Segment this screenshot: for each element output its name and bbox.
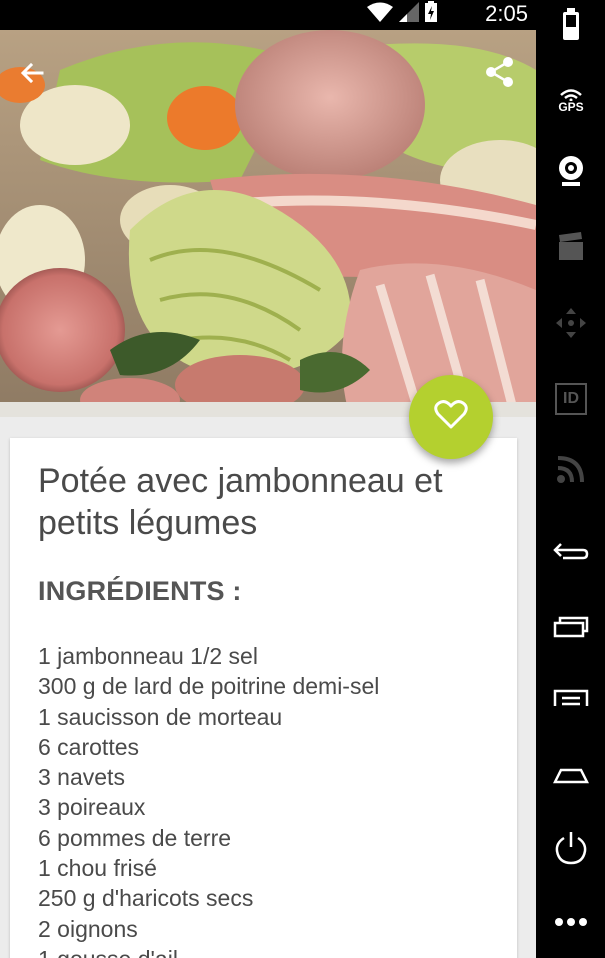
battery-icon	[561, 7, 581, 47]
ingredient-item: 250 g d'haricots secs	[38, 885, 254, 912]
share-icon	[482, 54, 518, 90]
heart-outline-icon	[434, 399, 468, 435]
status-icons	[366, 0, 438, 28]
emulator-sidebar: GPS ID	[536, 0, 605, 958]
recipe-card: Potée avec jambonneau et petits légumes …	[10, 438, 517, 958]
id-label: ID	[563, 390, 579, 407]
wifi-icon	[366, 1, 394, 28]
ingredient-item: 3 poireaux	[38, 794, 146, 821]
favorite-button[interactable]	[409, 375, 493, 459]
gps-button[interactable]: GPS	[550, 80, 592, 122]
back-button[interactable]	[14, 56, 50, 92]
id-icon: ID	[555, 383, 587, 415]
power-icon	[554, 830, 588, 871]
rss-icon	[556, 454, 586, 489]
recent-apps-button[interactable]	[550, 608, 592, 650]
share-button[interactable]	[482, 54, 518, 90]
ingredient-item: 2 oignons	[38, 915, 138, 942]
recipe-photo	[0, 30, 536, 417]
status-bar: 2:05	[0, 0, 536, 30]
home-icon	[552, 764, 590, 791]
ingredient-item: 3 navets	[38, 764, 125, 791]
battery-button[interactable]	[550, 6, 592, 48]
clapperboard-icon	[557, 231, 585, 267]
menu-icon	[553, 688, 589, 715]
ingredient-item: 6 pommes de terre	[38, 824, 232, 851]
ingredient-item: 6 carottes	[38, 733, 139, 760]
power-button[interactable]	[550, 829, 592, 871]
menu-button[interactable]	[550, 680, 592, 722]
more-button[interactable]	[550, 903, 592, 945]
more-icon	[553, 915, 589, 933]
ingredient-item: 1 gousse d'ail	[38, 944, 489, 958]
ingredient-item: 1 chou frisé	[38, 855, 157, 882]
gps-icon: GPS	[558, 89, 584, 114]
home-button[interactable]	[550, 756, 592, 798]
arrow-back-icon	[14, 56, 50, 92]
ingredient-item: 1 saucisson de morteau	[38, 703, 283, 730]
dpad-button[interactable]	[550, 304, 592, 346]
ingredients-list: 1 jambonneau 1/2 sel 300 g de lard de po…	[38, 641, 489, 958]
ingredients-heading: INGRÉDIENTS :	[38, 576, 242, 606]
status-clock: 2:05	[485, 1, 528, 26]
back-nav-icon	[553, 540, 589, 567]
dpad-icon	[554, 306, 588, 345]
gps-label: GPS	[558, 100, 584, 114]
media-button[interactable]	[550, 228, 592, 270]
device-id-button[interactable]: ID	[550, 378, 592, 420]
webcam-button[interactable]	[550, 152, 592, 194]
recent-apps-icon	[553, 616, 589, 643]
ingredient-item: 1 jambonneau 1/2 sel	[38, 643, 258, 669]
network-button[interactable]	[550, 450, 592, 492]
webcam-icon	[556, 154, 586, 193]
recipe-screen: Potée avec jambonneau et petits légumes …	[0, 30, 536, 958]
ingredient-item: 300 g de lard de poitrine demi-sel	[38, 673, 380, 700]
recipe-title: Potée avec jambonneau et petits légumes	[38, 462, 443, 542]
battery-status-icon	[424, 0, 438, 28]
nav-back-button[interactable]	[550, 532, 592, 574]
signal-icon	[398, 1, 420, 28]
